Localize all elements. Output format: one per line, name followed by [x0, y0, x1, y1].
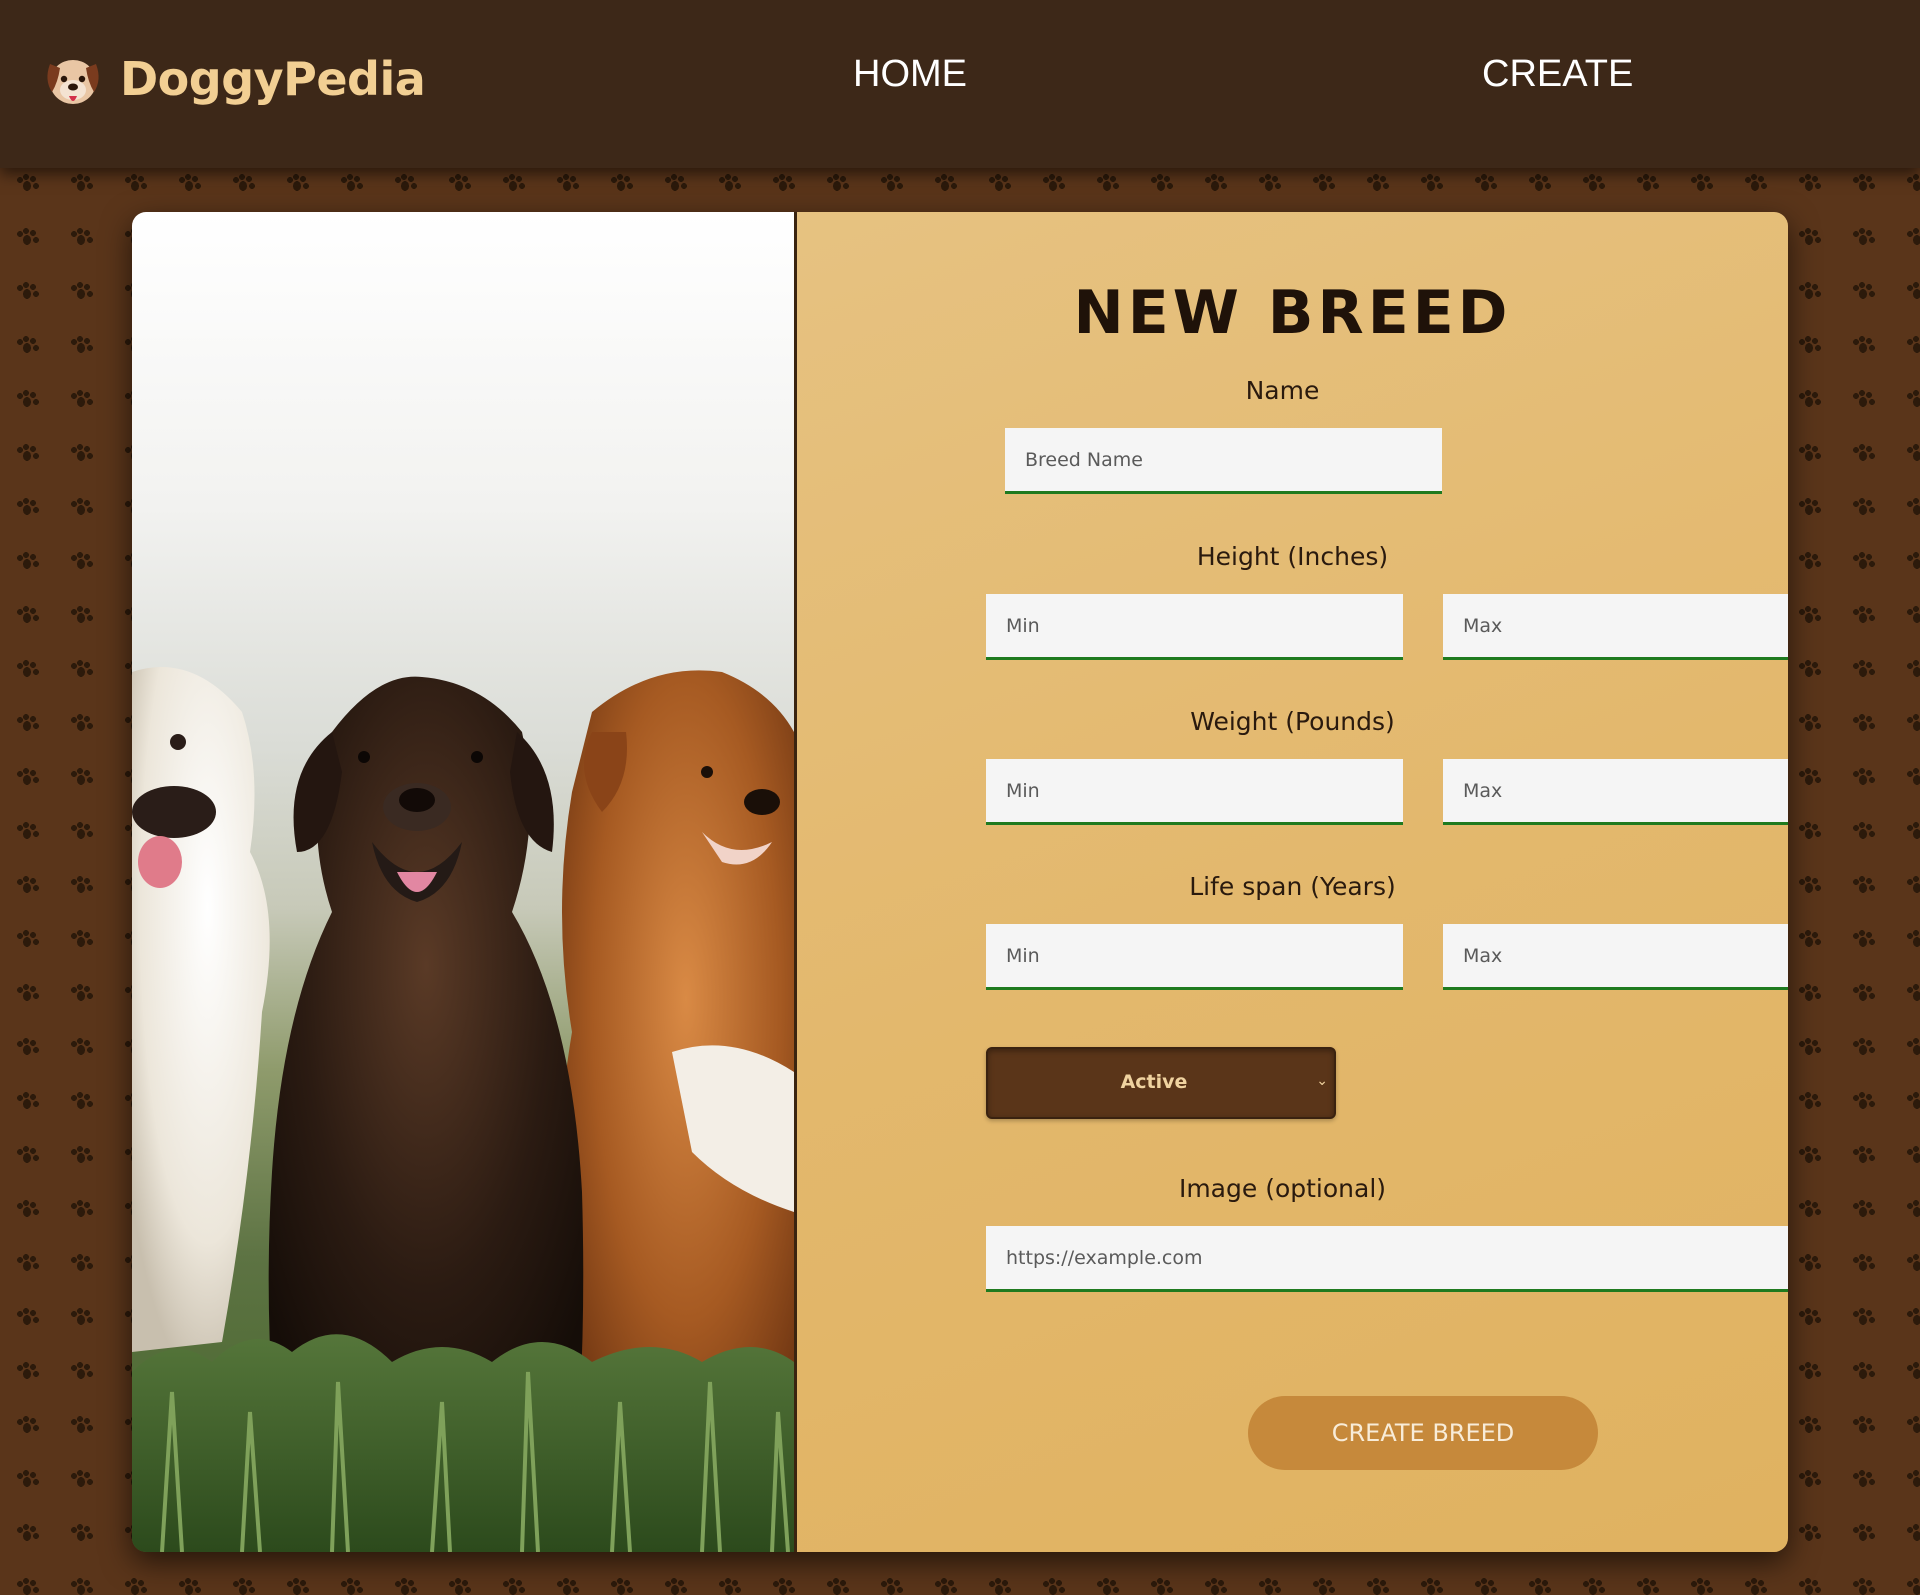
height-max-input[interactable] — [1443, 594, 1788, 660]
lifespan-max-input[interactable] — [1443, 924, 1788, 990]
create-breed-button[interactable]: CREATE BREED — [1248, 1396, 1598, 1470]
name-label: Name — [1245, 376, 1320, 405]
temperament-selected-value: Active — [1120, 1071, 1188, 1093]
brand[interactable]: DoggyPedia — [40, 46, 426, 112]
dog-face-icon — [47, 60, 99, 104]
brand-name: DoggyPedia — [120, 52, 426, 106]
image-label: Image (optional) — [1178, 1174, 1387, 1203]
create-breed-card: NEW BREED Name Height (Inches) Weight (P… — [132, 212, 1788, 1552]
top-navbar: DoggyPedia HOME CREATE — [0, 0, 1920, 168]
image-url-input[interactable] — [986, 1226, 1788, 1292]
weight-label: Weight (Pounds) — [1190, 707, 1395, 736]
new-breed-form: NEW BREED Name Height (Inches) Weight (P… — [797, 212, 1788, 1552]
lifespan-min-input[interactable] — [986, 924, 1403, 990]
weight-max-input[interactable] — [1443, 759, 1788, 825]
form-title: NEW BREED — [1073, 278, 1512, 348]
temperament-select[interactable]: Active ⌄ — [986, 1047, 1336, 1119]
lifespan-label: Life span (Years) — [1189, 872, 1396, 901]
breed-name-input[interactable] — [1005, 428, 1442, 494]
three-dogs-photo — [132, 212, 797, 1552]
weight-min-input[interactable] — [986, 759, 1403, 825]
height-label: Height (Inches) — [1196, 542, 1389, 571]
nav-create-link[interactable]: CREATE — [1482, 53, 1633, 96]
chevron-down-icon: ⌄ — [1316, 1073, 1328, 1089]
nav-home-link[interactable]: HOME — [853, 53, 967, 96]
height-min-input[interactable] — [986, 594, 1403, 660]
dogs-illustration — [132, 667, 794, 1552]
